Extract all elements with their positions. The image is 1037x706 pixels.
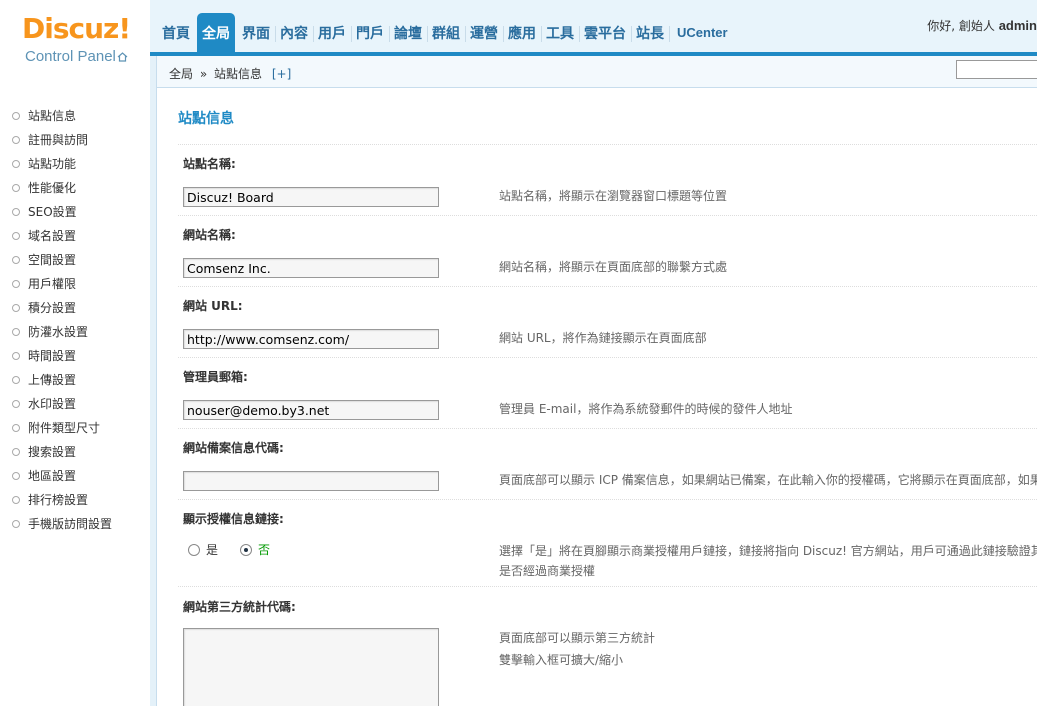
nav-item-webmaster[interactable]: 站長 (631, 13, 669, 52)
license-link-label: 顯示授權信息鏈接: (183, 512, 284, 526)
nav-item-global[interactable]: 全局 (197, 13, 235, 52)
sidebar-item-search[interactable]: 搜索設置 (0, 440, 150, 464)
home-icon (117, 49, 128, 62)
logo[interactable]: Discuz! Control Panel (0, 0, 150, 82)
sidebar-item-performance[interactable]: 性能優化 (0, 176, 150, 200)
sidebar-item-attachment-types[interactable]: 附件類型尺寸 (0, 416, 150, 440)
sidebar-item-site-features[interactable]: 站點功能 (0, 152, 150, 176)
breadcrumb-separator: » (199, 67, 208, 81)
nav-item-interface[interactable]: 界面 (237, 13, 275, 52)
stats-code-textarea[interactable] (183, 628, 439, 706)
site-name-tip: 站點名稱，將顯示在瀏覽器窗口標題等位置 (499, 189, 728, 203)
user-name[interactable]: admin (999, 18, 1037, 33)
user-info: 你好, 創始人 admin (927, 17, 1037, 34)
search-input[interactable] (956, 60, 1037, 79)
logo-subtitle-text: Control Panel (25, 48, 116, 65)
site-name-label: 站點名稱: (183, 157, 236, 171)
main-content: 站點信息 站點名稱: Discuz! Board 站點名稱，將顯示在瀏覽器窗口標… (158, 89, 1037, 706)
admin-email-tip: 管理員 E-mail，將作為系統發郵件的時候的發件人地址 (499, 402, 793, 416)
main-nav: 首頁 全局 界面 內容 用戶 門戶 論壇 群組 運營 應用 工具 雲平台 站長 … (157, 13, 736, 52)
admin-email-label: 管理員郵箱: (183, 370, 248, 384)
breadcrumb-current: 站點信息 (214, 67, 263, 81)
divider (178, 357, 1037, 358)
website-url-label: 網站 URL: (183, 299, 243, 313)
divider (178, 586, 1037, 587)
breadcrumb: 全局 » 站點信息 [+] (169, 65, 291, 82)
nav-item-forum[interactable]: 論壇 (389, 13, 427, 52)
license-tip-line2: 是否經過商業授權 (499, 564, 596, 578)
website-name-tip: 網站名稱，將顯示在頁面底部的聯繫方式處 (499, 260, 728, 274)
icp-label: 網站備案信息代碼: (183, 441, 284, 455)
breadcrumb-bar: 全局 » 站點信息 [+] (157, 56, 1037, 88)
sidebar-item-ranking[interactable]: 排行榜設置 (0, 488, 150, 512)
page-title: 站點信息 (178, 111, 234, 127)
nav-item-portal[interactable]: 門戶 (351, 13, 389, 52)
divider (178, 499, 1037, 500)
nav-item-operation[interactable]: 運營 (465, 13, 503, 52)
website-name-field[interactable]: Comsenz Inc. (183, 258, 439, 278)
nav-item-group[interactable]: 群組 (427, 13, 465, 52)
website-url-field[interactable]: http://www.comsenz.com/ (183, 329, 439, 349)
sidebar-item-time[interactable]: 時間設置 (0, 344, 150, 368)
sidebar-item-region[interactable]: 地區設置 (0, 464, 150, 488)
sidebar-item-site-info[interactable]: 站點信息 (0, 104, 150, 128)
license-tip-line1: 選擇「是」將在頁腳顯示商業授權用戶鏈接，鏈接將指向 Discuz! 官方網站，用… (499, 544, 1037, 558)
sidebar: 站點信息 註冊與訪問 站點功能 性能優化 SEO設置 域名設置 空間設置 用戶權… (0, 88, 150, 706)
license-yes-label[interactable]: 是 (206, 541, 218, 558)
website-url-tip: 網站 URL，將作為鏈接顯示在頁面底部 (499, 331, 707, 345)
stats-tip-line1: 頁面底部可以顯示第三方統計 (499, 631, 656, 645)
icp-tip: 頁面底部可以顯示 ICP 備案信息，如果網站已備案，在此輸入你的授權碼，它將顯示… (499, 473, 1037, 487)
divider (178, 215, 1037, 216)
nav-item-ucenter[interactable]: UCenter (669, 13, 736, 52)
stats-tip-line2: 雙擊輸入框可擴大/縮小 (499, 653, 624, 667)
license-no-radio[interactable] (240, 543, 253, 556)
divider (178, 428, 1037, 429)
divider (178, 144, 1037, 145)
logo-brand: Discuz! (22, 12, 131, 45)
sidebar-item-registration[interactable]: 註冊與訪問 (0, 128, 150, 152)
stats-code-label: 網站第三方統計代碼: (183, 600, 296, 614)
sidebar-item-credits[interactable]: 積分設置 (0, 296, 150, 320)
sidebar-item-upload[interactable]: 上傳設置 (0, 368, 150, 392)
nav-item-tools[interactable]: 工具 (541, 13, 579, 52)
sidebar-item-watermark[interactable]: 水印設置 (0, 392, 150, 416)
sidebar-item-seo[interactable]: SEO設置 (0, 200, 150, 224)
site-name-field[interactable]: Discuz! Board (183, 187, 439, 207)
sidebar-item-permissions[interactable]: 用戶權限 (0, 272, 150, 296)
add-shortcut-button[interactable]: [+] (272, 67, 291, 81)
breadcrumb-root[interactable]: 全局 (169, 67, 193, 81)
license-radio-group: 是 否 (188, 541, 270, 558)
nav-item-apps[interactable]: 應用 (503, 13, 541, 52)
sidebar-item-domain[interactable]: 域名設置 (0, 224, 150, 248)
icp-field[interactable] (183, 471, 439, 491)
nav-item-users[interactable]: 用戶 (313, 13, 351, 52)
sidebar-item-mobile[interactable]: 手機版訪問設置 (0, 512, 150, 536)
nav-item-cloud[interactable]: 雲平台 (579, 13, 631, 52)
logo-subtitle: Control Panel (25, 48, 128, 65)
nav-item-content[interactable]: 內容 (275, 13, 313, 52)
user-greeting: 你好, 創始人 (927, 19, 995, 33)
nav-item-home[interactable]: 首頁 (157, 13, 195, 52)
license-yes-radio[interactable] (188, 543, 200, 556)
sidebar-item-anti-flood[interactable]: 防灌水設置 (0, 320, 150, 344)
website-name-label: 網站名稱: (183, 228, 236, 242)
license-no-label[interactable]: 否 (258, 541, 270, 558)
sidebar-divider (150, 56, 157, 706)
sidebar-item-space[interactable]: 空間設置 (0, 248, 150, 272)
admin-email-field[interactable]: nouser@demo.by3.net (183, 400, 439, 420)
divider (178, 286, 1037, 287)
